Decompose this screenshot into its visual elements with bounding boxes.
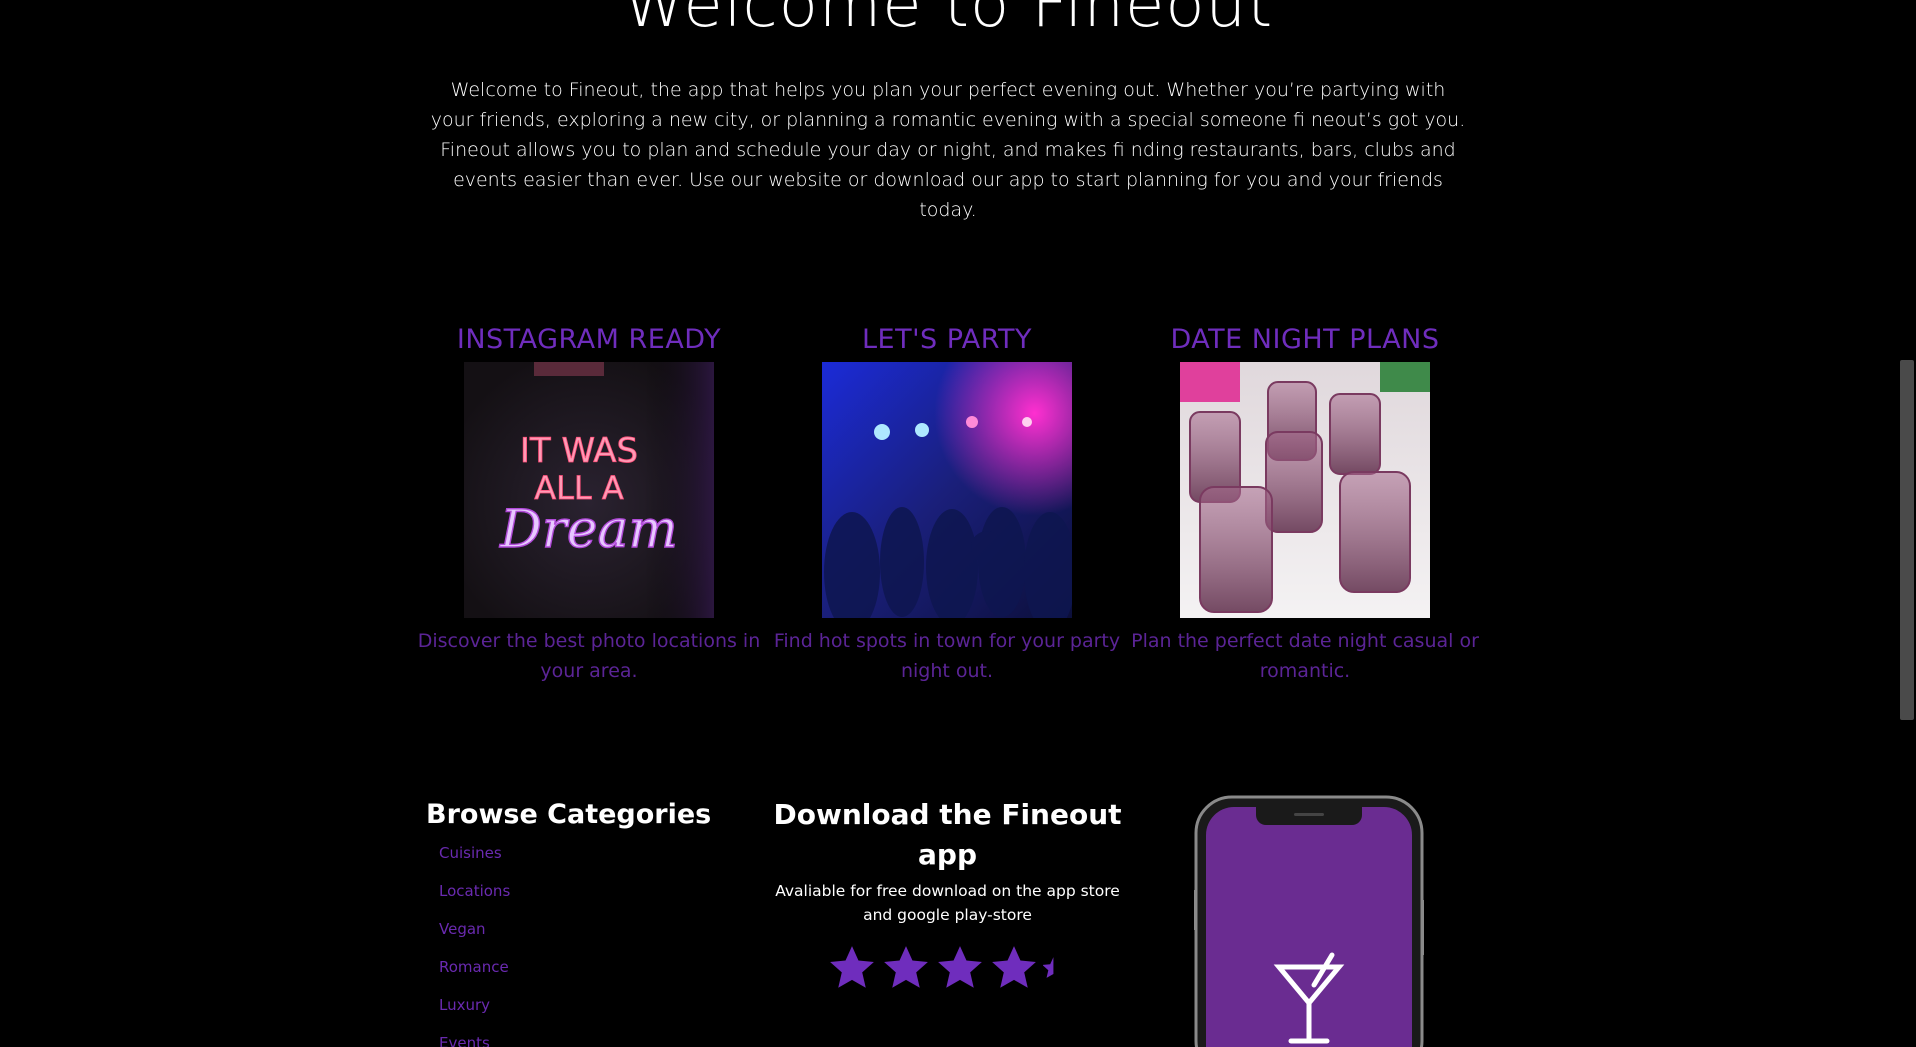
category-link-romance[interactable]: Romance (439, 957, 746, 995)
star-icon (992, 946, 1036, 988)
category-link-events[interactable]: Events (439, 1033, 746, 1047)
star-icon (938, 946, 982, 988)
neon-line-1: IT WAS (520, 431, 638, 471)
star-icon (884, 946, 928, 988)
neon-line-3: Dream (499, 500, 678, 560)
category-list: Cuisines Locations Vegan Romance Luxury … (426, 843, 746, 1047)
intro-paragraph: Welcome to Fineout, the app that helps y… (430, 79, 1466, 221)
category-link-vegan[interactable]: Vegan (439, 919, 746, 957)
page-scrollbar[interactable] (1898, 0, 1916, 1047)
phone-mockup-image (1194, 795, 1424, 1047)
feature-date-night-plans: DATE NIGHT PLANS Plan the perfect date n… (1125, 320, 1485, 686)
rating-stars (760, 943, 1135, 993)
feature-title: INSTAGRAM READY (456, 324, 722, 355)
browse-categories: Browse Categories Cuisines Locations Veg… (426, 795, 746, 1047)
feature-instagram-ready: INSTAGRAM READY IT WAS ALL A Dream Disco… (409, 320, 769, 686)
download-section: Download the Fineout app Avaliable for f… (760, 795, 1135, 993)
category-link-cuisines[interactable]: Cuisines (439, 843, 746, 881)
hero-title: Welcome to Fineout (622, 0, 1274, 42)
half-star-icon (1043, 957, 1054, 978)
party-crowd-image (822, 362, 1072, 618)
feature-title: DATE NIGHT PLANS (1170, 324, 1440, 355)
feature-description: Find hot spots in town for your party ni… (773, 630, 1121, 682)
glasses-image (1180, 362, 1430, 618)
feature-description: Discover the best photo locations in you… (417, 630, 761, 682)
category-link-luxury[interactable]: Luxury (439, 995, 746, 1033)
feature-lets-party: LET'S PARTY Find hot spots in town for y… (767, 320, 1127, 686)
download-title: Download the Fineout app (773, 798, 1122, 871)
category-link-locations[interactable]: Locations (439, 881, 746, 919)
neon-sign-image: IT WAS ALL A Dream (464, 362, 714, 618)
feature-description: Plan the perfect date night casual or ro… (1131, 630, 1479, 682)
browse-title: Browse Categories (426, 799, 712, 830)
feature-title: LET'S PARTY (861, 324, 1033, 355)
scrollbar-thumb[interactable] (1900, 360, 1914, 720)
landing-page: Welcome to Fineout Welcome to Fineout, t… (0, 0, 1916, 1047)
star-icon (830, 946, 874, 988)
download-subtitle: Avaliable for free download on the app s… (775, 882, 1120, 924)
